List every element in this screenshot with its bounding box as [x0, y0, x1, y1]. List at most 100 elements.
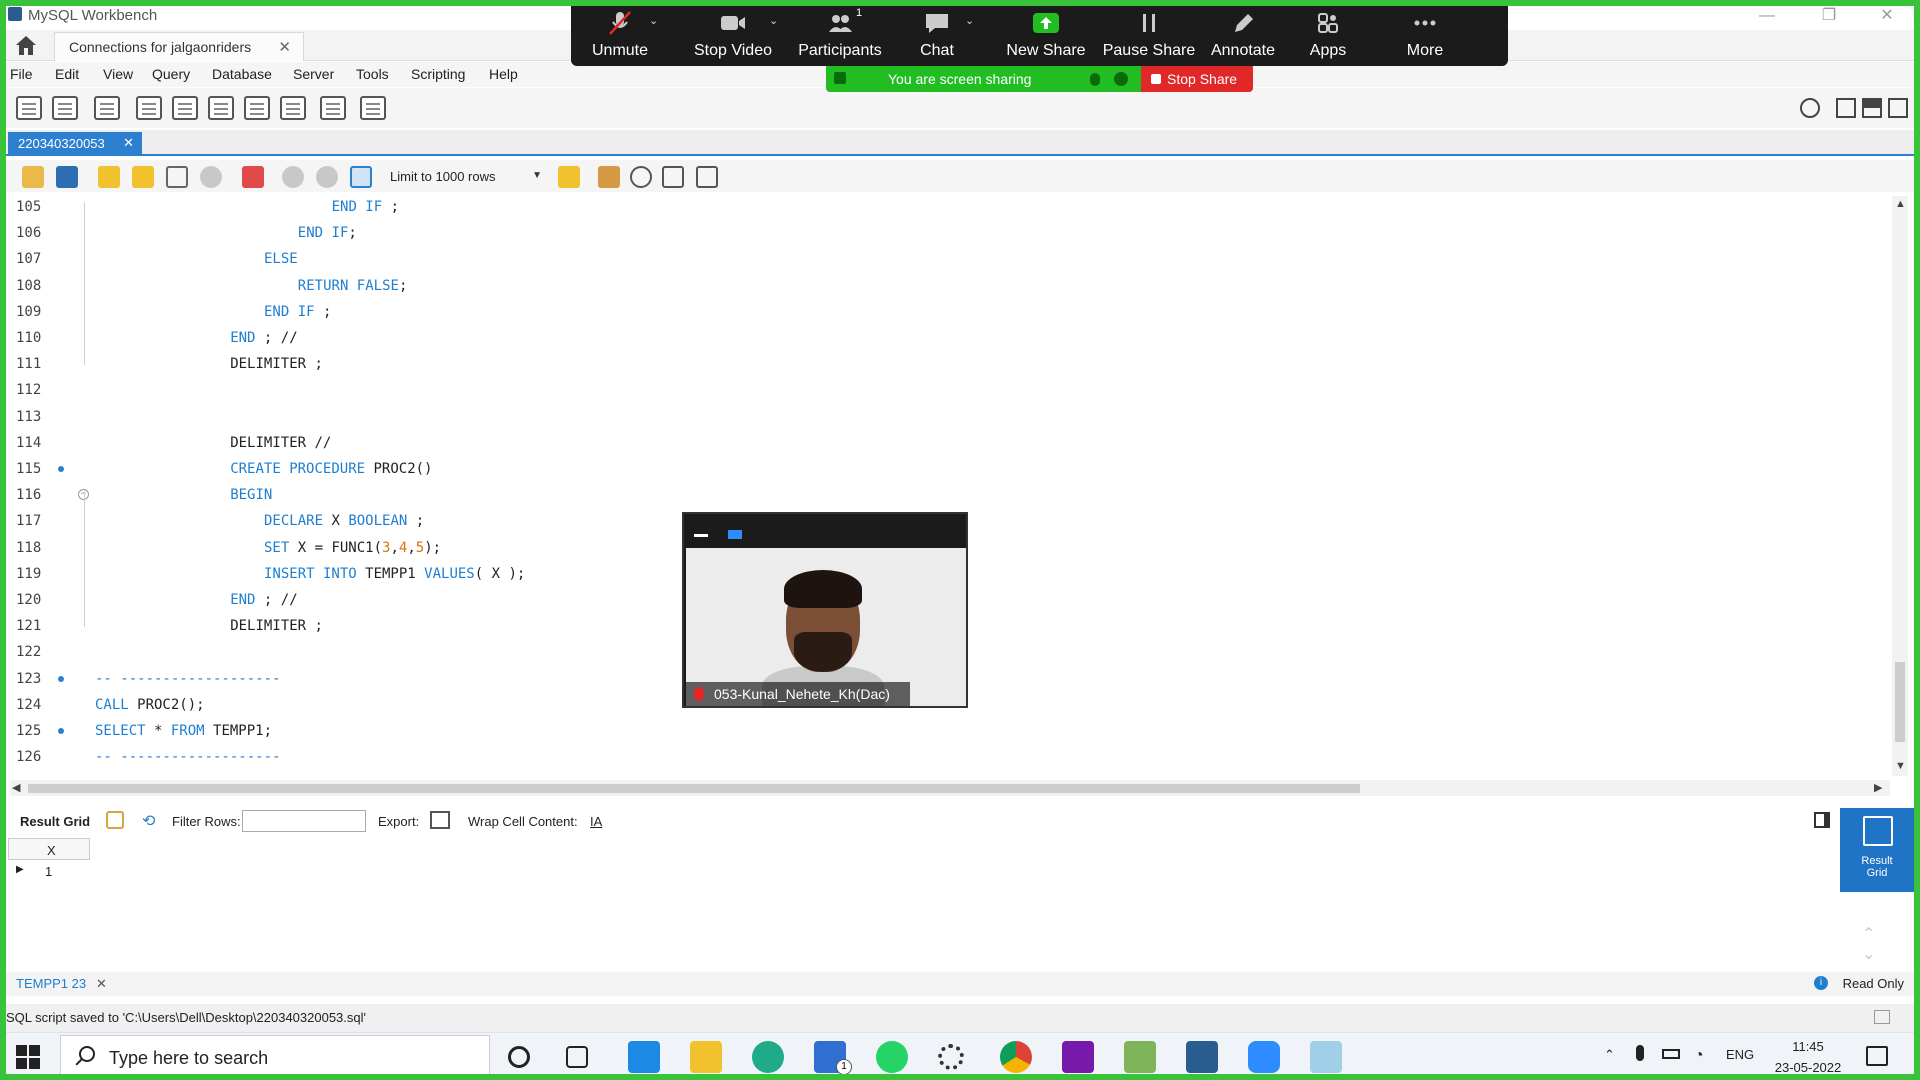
battery-icon[interactable]: [1662, 1049, 1680, 1059]
toggle-panel-icon[interactable]: [1814, 812, 1830, 828]
create-table-icon[interactable]: [172, 96, 198, 120]
scroll-right-icon[interactable]: ▶: [1874, 781, 1882, 794]
settings-gear-icon[interactable]: [1800, 98, 1820, 118]
beautify-icon[interactable]: [598, 166, 620, 188]
toggle-error-icon[interactable]: [242, 166, 264, 188]
edge-icon[interactable]: [752, 1041, 784, 1073]
limit-rows-select[interactable]: Limit to 1000 rows ▼: [390, 166, 544, 188]
menu-view[interactable]: View: [103, 66, 133, 82]
create-procedure-icon[interactable]: [244, 96, 270, 120]
create-schema-icon[interactable]: [136, 96, 162, 120]
connection-tab[interactable]: Connections for jalgaonriders ✕: [54, 32, 304, 61]
restore-button[interactable]: ❐: [1806, 4, 1852, 28]
status-panel-icon[interactable]: [1874, 1010, 1890, 1024]
wifi-icon[interactable]: ◔: [1694, 1047, 1704, 1065]
notifications-icon[interactable]: [1866, 1046, 1888, 1066]
search-table-data-icon[interactable]: [320, 96, 346, 120]
mic-off-icon[interactable]: [1090, 73, 1100, 86]
code-line[interactable]: 126 -- -------------------: [6, 744, 1886, 770]
microphone-icon[interactable]: [1636, 1045, 1644, 1061]
column-header[interactable]: X: [47, 843, 56, 858]
security-shield-icon[interactable]: [1114, 72, 1128, 86]
expand-video-icon[interactable]: [728, 530, 742, 539]
horizontal-scrollbar-thumb[interactable]: [28, 784, 1360, 793]
windows-start-icon[interactable]: [16, 1045, 40, 1069]
chevron-down-icon[interactable]: ⌄: [649, 14, 658, 27]
system-clock[interactable]: 11:45 23-05-2022: [1770, 1036, 1846, 1078]
scroll-up-icon[interactable]: ▲: [1895, 198, 1906, 210]
menu-scripting[interactable]: Scripting: [411, 66, 465, 82]
create-view-icon[interactable]: [208, 96, 234, 120]
unmute-button[interactable]: Unmute ⌄: [571, 0, 669, 66]
commit-icon[interactable]: [282, 166, 304, 188]
execute-current-icon[interactable]: [132, 166, 154, 188]
inspector-icon[interactable]: [94, 96, 120, 120]
side-scroll-icon[interactable]: ⌃ ⌄: [1862, 924, 1875, 964]
toggle-secondary-sidebar-icon[interactable]: [1888, 98, 1908, 118]
export-icon[interactable]: [430, 811, 450, 829]
wrap-icon[interactable]: [696, 166, 718, 188]
settings-icon[interactable]: [938, 1044, 964, 1070]
menu-query[interactable]: Query: [152, 66, 190, 82]
horizontal-scrollbar[interactable]: ◀ ▶: [10, 780, 1890, 796]
menu-database[interactable]: Database: [212, 66, 272, 82]
close-button[interactable]: ✕: [1864, 4, 1910, 28]
bookmark-icon[interactable]: [558, 166, 580, 188]
apps-button[interactable]: Apps: [1285, 0, 1371, 66]
zoom-icon[interactable]: [1248, 1041, 1280, 1073]
language-indicator[interactable]: ENG: [1726, 1047, 1754, 1062]
scroll-down-icon[interactable]: ▼: [1895, 760, 1906, 772]
grid-view-icon[interactable]: [106, 811, 124, 829]
code-line[interactable]: 115 CREATE PROCEDURE PROC2(): [6, 456, 1886, 482]
chrome-icon[interactable]: [1000, 1041, 1032, 1073]
open-file-icon[interactable]: [22, 166, 44, 188]
code-line[interactable]: 108 RETURN FALSE;: [6, 273, 1886, 299]
result-grid-side-button[interactable]: Result Grid: [1840, 808, 1914, 892]
mysql-workbench-icon[interactable]: [1186, 1041, 1218, 1073]
code-line[interactable]: 112: [6, 377, 1886, 403]
cortana-icon[interactable]: [508, 1046, 530, 1068]
menu-tools[interactable]: Tools: [356, 66, 389, 82]
vscode-icon[interactable]: [628, 1041, 660, 1073]
create-function-icon[interactable]: [280, 96, 306, 120]
taskbar-search-input[interactable]: Type here to search: [60, 1035, 490, 1079]
menu-help[interactable]: Help: [489, 66, 518, 82]
onenote-icon[interactable]: [1062, 1041, 1094, 1073]
result-tab[interactable]: TEMPP1 23 ✕: [16, 976, 107, 991]
table-cell[interactable]: 1: [45, 864, 52, 879]
paint-icon[interactable]: [1124, 1041, 1156, 1073]
annotate-button[interactable]: Annotate: [1197, 0, 1289, 66]
autocommit-icon[interactable]: [350, 166, 372, 188]
menu-edit[interactable]: Edit: [55, 66, 79, 82]
sql-editor-tab[interactable]: 220340320053 ✕: [8, 132, 142, 156]
participant-video-tile[interactable]: 053-Kunal_Nehete_Kh(Dac): [682, 512, 968, 708]
vertical-scrollbar-thumb[interactable]: [1895, 662, 1905, 742]
menu-server[interactable]: Server: [293, 66, 334, 82]
chat-button[interactable]: Chat ⌄: [889, 0, 985, 66]
filter-rows-input[interactable]: [242, 810, 366, 832]
notepad-icon[interactable]: [1310, 1041, 1342, 1073]
menu-file[interactable]: File: [10, 66, 33, 82]
task-view-icon[interactable]: [566, 1046, 588, 1068]
invisible-chars-icon[interactable]: [662, 166, 684, 188]
stop-video-button[interactable]: Stop Video ⌄: [677, 0, 789, 66]
stop-share-button[interactable]: Stop Share: [1141, 66, 1253, 92]
code-line[interactable]: 107 ELSE: [6, 246, 1886, 272]
code-line[interactable]: 113: [6, 404, 1886, 430]
code-line[interactable]: 125 SELECT * FROM TEMPP1;: [6, 718, 1886, 744]
find-icon[interactable]: [630, 166, 652, 188]
participants-button[interactable]: Participants 1: [784, 0, 896, 66]
code-line[interactable]: 106 END IF;: [6, 220, 1886, 246]
code-line[interactable]: 105 END IF ;: [6, 194, 1886, 220]
table-row[interactable]: ▶ 1: [8, 860, 90, 882]
close-icon[interactable]: ✕: [278, 38, 291, 56]
close-icon[interactable]: ✕: [123, 135, 134, 151]
result-grid-label[interactable]: Result Grid: [20, 814, 90, 829]
code-line[interactable]: 109 END IF ;: [6, 299, 1886, 325]
save-icon[interactable]: [56, 166, 78, 188]
open-sql-script-icon[interactable]: [52, 96, 78, 120]
new-sql-tab-icon[interactable]: [16, 96, 42, 120]
chevron-down-icon[interactable]: ⌄: [769, 14, 778, 27]
close-icon[interactable]: ✕: [96, 976, 107, 992]
minimize-video-icon[interactable]: [694, 534, 708, 537]
